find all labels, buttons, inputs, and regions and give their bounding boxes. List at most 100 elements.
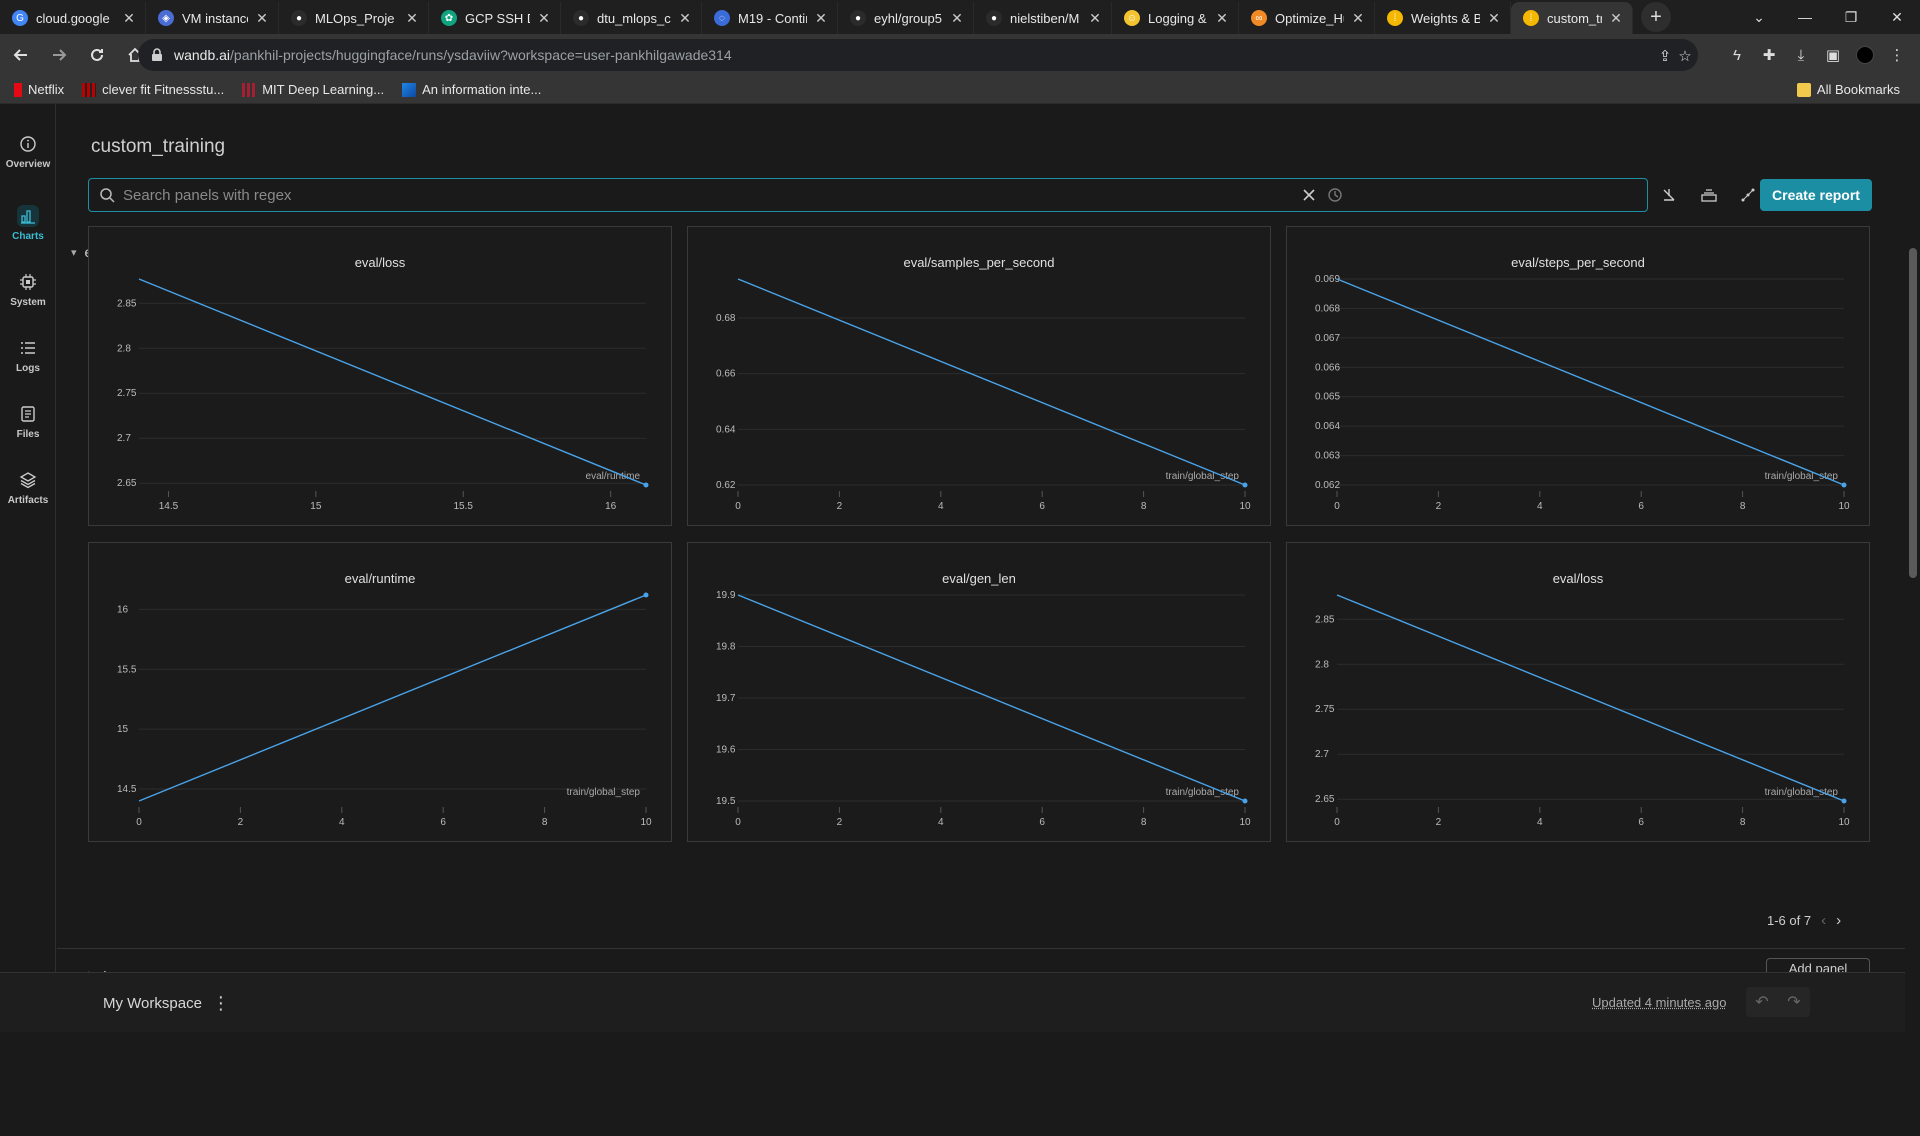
x-tick-label: 8: [1740, 817, 1746, 828]
chart-panel[interactable]: eval/loss 2.65 2.7 2.75 2.8 2.85 14.5 15 15.5 16 e…: [88, 226, 672, 526]
create-report-button[interactable]: Create report: [1760, 179, 1872, 211]
side-panel-icon[interactable]: ▣: [1824, 46, 1842, 64]
x-tick-label: 4: [938, 817, 944, 828]
x-tick-label: 6: [1039, 817, 1045, 828]
x-tick-label: 10: [1838, 817, 1850, 828]
minimize-icon[interactable]: —: [1782, 0, 1828, 34]
tab-close-icon[interactable]: ✕: [254, 10, 270, 27]
chart-panel[interactable]: eval/gen_len 19.5 19.6 19.7 19.8 19.9 0 2 4 6 8 10 t…: [687, 542, 1271, 842]
y-tick-label: 16: [117, 604, 129, 615]
bookmark-clever-fit[interactable]: clever fit Fitnessstu...: [82, 82, 224, 97]
profile-avatar[interactable]: [1856, 46, 1874, 64]
browser-tab[interactable]: ● nielstiben/M ✕: [974, 2, 1112, 34]
y-tick-label: 0.068: [1315, 303, 1340, 314]
undo-icon[interactable]: ↶: [1755, 992, 1768, 1012]
close-window-icon[interactable]: ✕: [1874, 0, 1920, 34]
url-path: /pankhil-projects/huggingface/runs/ysdav…: [230, 47, 732, 63]
browser-tab[interactable]: ● MLOps_Proje ✕: [279, 2, 429, 34]
chart-panel[interactable]: eval/runtime 14.5 15 15.5 16 0 2 4 6 8 10 train/glo…: [88, 542, 672, 842]
tab-close-icon[interactable]: ✕: [1608, 10, 1624, 27]
x-tick-label: 15.5: [454, 501, 474, 512]
bookmark-information[interactable]: An information inte...: [402, 82, 541, 97]
data-point: [1243, 799, 1248, 804]
browser-tab[interactable]: ● eyhl/group5 ✕: [838, 2, 974, 34]
workspace-selector[interactable]: My Workspace ⋮: [103, 993, 230, 1014]
x-tick-label: 4: [339, 817, 345, 828]
workspace-menu-icon[interactable]: ⋮: [212, 993, 230, 1014]
tab-close-icon[interactable]: ✕: [404, 10, 420, 27]
tab-favicon-icon: ◈: [158, 10, 174, 26]
tab-close-icon[interactable]: ✕: [1350, 10, 1366, 27]
browser-tab[interactable]: ☺ Logging & E ✕: [1112, 2, 1239, 34]
url-bar[interactable]: wandb.ai/pankhil-projects/huggingface/ru…: [138, 39, 1698, 71]
sidebar-item-artifacts[interactable]: Artifacts: [0, 462, 56, 512]
tab-close-icon[interactable]: ✕: [1486, 10, 1502, 27]
browser-tab[interactable]: Gcloud.google ✕: [0, 2, 146, 34]
last-updated: Updated 4 minutes ago: [1592, 995, 1726, 1010]
bookmarks-bar: Netflix clever fit Fitnessstu... MIT Dee…: [0, 76, 1920, 104]
bookmark-netflix[interactable]: Netflix: [14, 82, 64, 97]
section-divider: [57, 948, 1905, 949]
y-tick-label: 0.62: [716, 480, 736, 491]
browser-tab[interactable]: ⁞ custom_train ✕: [1511, 2, 1633, 34]
clear-search-icon[interactable]: [1301, 187, 1317, 203]
scrollbar-thumb[interactable]: [1909, 248, 1917, 578]
browser-tab[interactable]: ∞ Optimize_Hu ✕: [1239, 2, 1375, 34]
tab-favicon-icon: ✿: [441, 10, 457, 26]
maximize-icon[interactable]: ❐: [1828, 0, 1874, 34]
extensions-puzzle-icon[interactable]: ✚: [1760, 46, 1778, 64]
sidebar-item-overview[interactable]: Overview: [0, 126, 56, 176]
chart-panel[interactable]: eval/steps_per_second 0.062 0.063 0.064 0.06…: [1286, 226, 1870, 526]
tab-close-icon[interactable]: ✕: [813, 10, 829, 27]
page-scrollbar[interactable]: [1905, 208, 1920, 1136]
all-bookmarks[interactable]: All Bookmarks: [1797, 82, 1900, 97]
y-tick-label: 14.5: [117, 784, 137, 795]
sidebar-item-charts[interactable]: Charts: [0, 198, 56, 248]
browser-tab[interactable]: ◌ M19 - Contin ✕: [702, 2, 838, 34]
tab-close-icon[interactable]: ✕: [536, 10, 552, 27]
line-chart: 0.0620.0630.0640.0650.0660.0670.0680.069…: [1287, 227, 1871, 527]
sidebar-item-logs[interactable]: Logs: [0, 330, 56, 380]
sidebar-item-files[interactable]: Files: [0, 396, 56, 446]
new-tab-button[interactable]: +: [1641, 2, 1671, 32]
y-tick-label: 2.8: [1315, 659, 1329, 670]
menu-kebab-icon[interactable]: ⋮: [1888, 46, 1906, 64]
star-icon[interactable]: ☆: [1676, 47, 1694, 65]
y-tick-label: 19.8: [716, 642, 736, 653]
x-axis-label: train/global_step: [1166, 787, 1240, 798]
browser-tab[interactable]: ◈ VM instances ✕: [146, 2, 279, 34]
prev-page-icon[interactable]: ‹: [1821, 912, 1826, 929]
browser-tab[interactable]: ⁞ Weights & B ✕: [1375, 2, 1511, 34]
chart-panel[interactable]: eval/loss 2.65 2.7 2.75 2.8 2.85 0 2 4 6 8 10 train/…: [1286, 542, 1870, 842]
browser-tab[interactable]: ✿ GCP SSH Dis ✕: [429, 2, 561, 34]
tab-search-icon[interactable]: ⌄: [1736, 0, 1782, 34]
tab-close-icon[interactable]: ✕: [677, 10, 693, 27]
back-icon[interactable]: [4, 38, 38, 72]
next-page-icon[interactable]: ›: [1836, 912, 1841, 929]
download-icon[interactable]: ⤓: [1792, 46, 1810, 64]
grouping-icon[interactable]: [1698, 184, 1720, 206]
workspace-footer: My Workspace ⋮ Updated 4 minutes ago ↶ ↷: [0, 972, 1905, 1032]
redo-icon[interactable]: ↷: [1787, 992, 1800, 1012]
x-tick-label: 6: [1039, 501, 1045, 512]
forward-icon[interactable]: [42, 38, 76, 72]
download-chart-icon[interactable]: [1658, 184, 1680, 206]
bookmark-mit-deep-learning[interactable]: MIT Deep Learning...: [242, 82, 384, 97]
page-title: custom_training: [91, 136, 225, 158]
y-tick-label: 19.9: [716, 590, 736, 601]
browser-tab[interactable]: ● dtu_mlops_cl ✕: [561, 2, 702, 34]
share-icon[interactable]: ⇪: [1656, 47, 1674, 65]
tab-close-icon[interactable]: ✕: [1214, 10, 1230, 27]
history-icon[interactable]: [1327, 187, 1343, 203]
tab-close-icon[interactable]: ✕: [1087, 10, 1103, 27]
sidebar-item-system[interactable]: System: [0, 264, 56, 314]
chart-panel[interactable]: eval/samples_per_second 0.62 0.64 0.66 0.68 0…: [687, 226, 1271, 526]
reload-icon[interactable]: [80, 38, 114, 72]
search-icon: [99, 187, 115, 203]
series-line: [139, 279, 646, 485]
extension-bolt-icon[interactable]: ϟ: [1728, 46, 1746, 64]
panel-search-box: [88, 178, 1648, 212]
tab-close-icon[interactable]: ✕: [121, 10, 137, 27]
tab-close-icon[interactable]: ✕: [949, 10, 965, 27]
random-sample-icon[interactable]: [1737, 184, 1759, 206]
